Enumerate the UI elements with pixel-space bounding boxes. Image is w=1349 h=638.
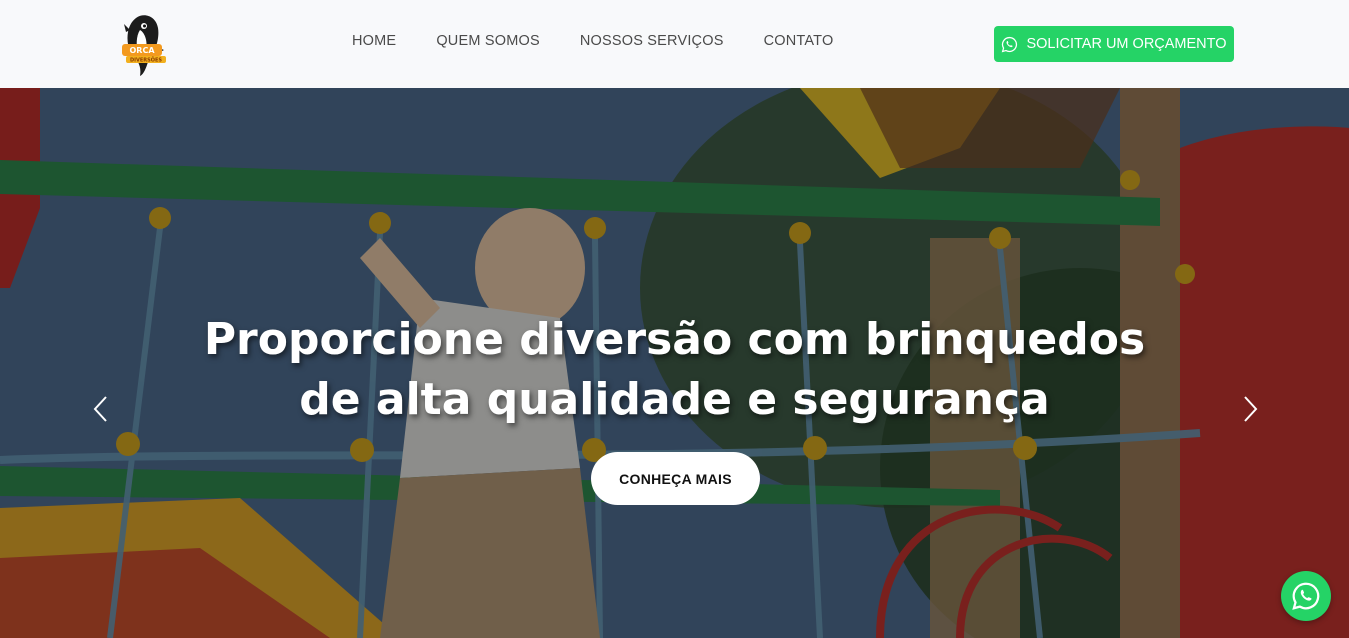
request-quote-button[interactable]: SOLICITAR UM ORÇAMENTO — [994, 26, 1234, 62]
orca-logo[interactable]: ORCA DIVERSÕES — [114, 10, 170, 78]
hero-slider: Proporcione diversão com brinquedos de a… — [0, 88, 1349, 638]
svg-text:DIVERSÕES: DIVERSÕES — [130, 57, 162, 64]
whatsapp-icon — [1002, 36, 1018, 52]
main-nav: HOME QUEM SOMOS NOSSOS SERVIÇOS CONTATO — [352, 33, 833, 49]
request-quote-label: SOLICITAR UM ORÇAMENTO — [1026, 36, 1227, 52]
whatsapp-icon — [1292, 582, 1320, 610]
nav-nossos-servicos[interactable]: NOSSOS SERVIÇOS — [580, 33, 724, 49]
learn-more-button[interactable]: CONHEÇA MAIS — [591, 452, 760, 505]
nav-contato[interactable]: CONTATO — [764, 33, 834, 49]
hero-headline: Proporcione diversão com brinquedos de a… — [0, 310, 1349, 430]
hero-headline-line2: de alta qualidade e segurança — [299, 374, 1050, 425]
svg-text:ORCA: ORCA — [129, 46, 155, 55]
site-header: ORCA DIVERSÕES HOME QUEM SOMOS NOSSOS SE… — [0, 0, 1349, 88]
nav-quem-somos[interactable]: QUEM SOMOS — [436, 33, 540, 49]
orca-logo-image: ORCA DIVERSÕES — [122, 15, 166, 77]
nav-home[interactable]: HOME — [352, 33, 396, 49]
whatsapp-float-button[interactable] — [1281, 571, 1331, 621]
hero-headline-line1: Proporcione diversão com brinquedos — [203, 314, 1146, 365]
